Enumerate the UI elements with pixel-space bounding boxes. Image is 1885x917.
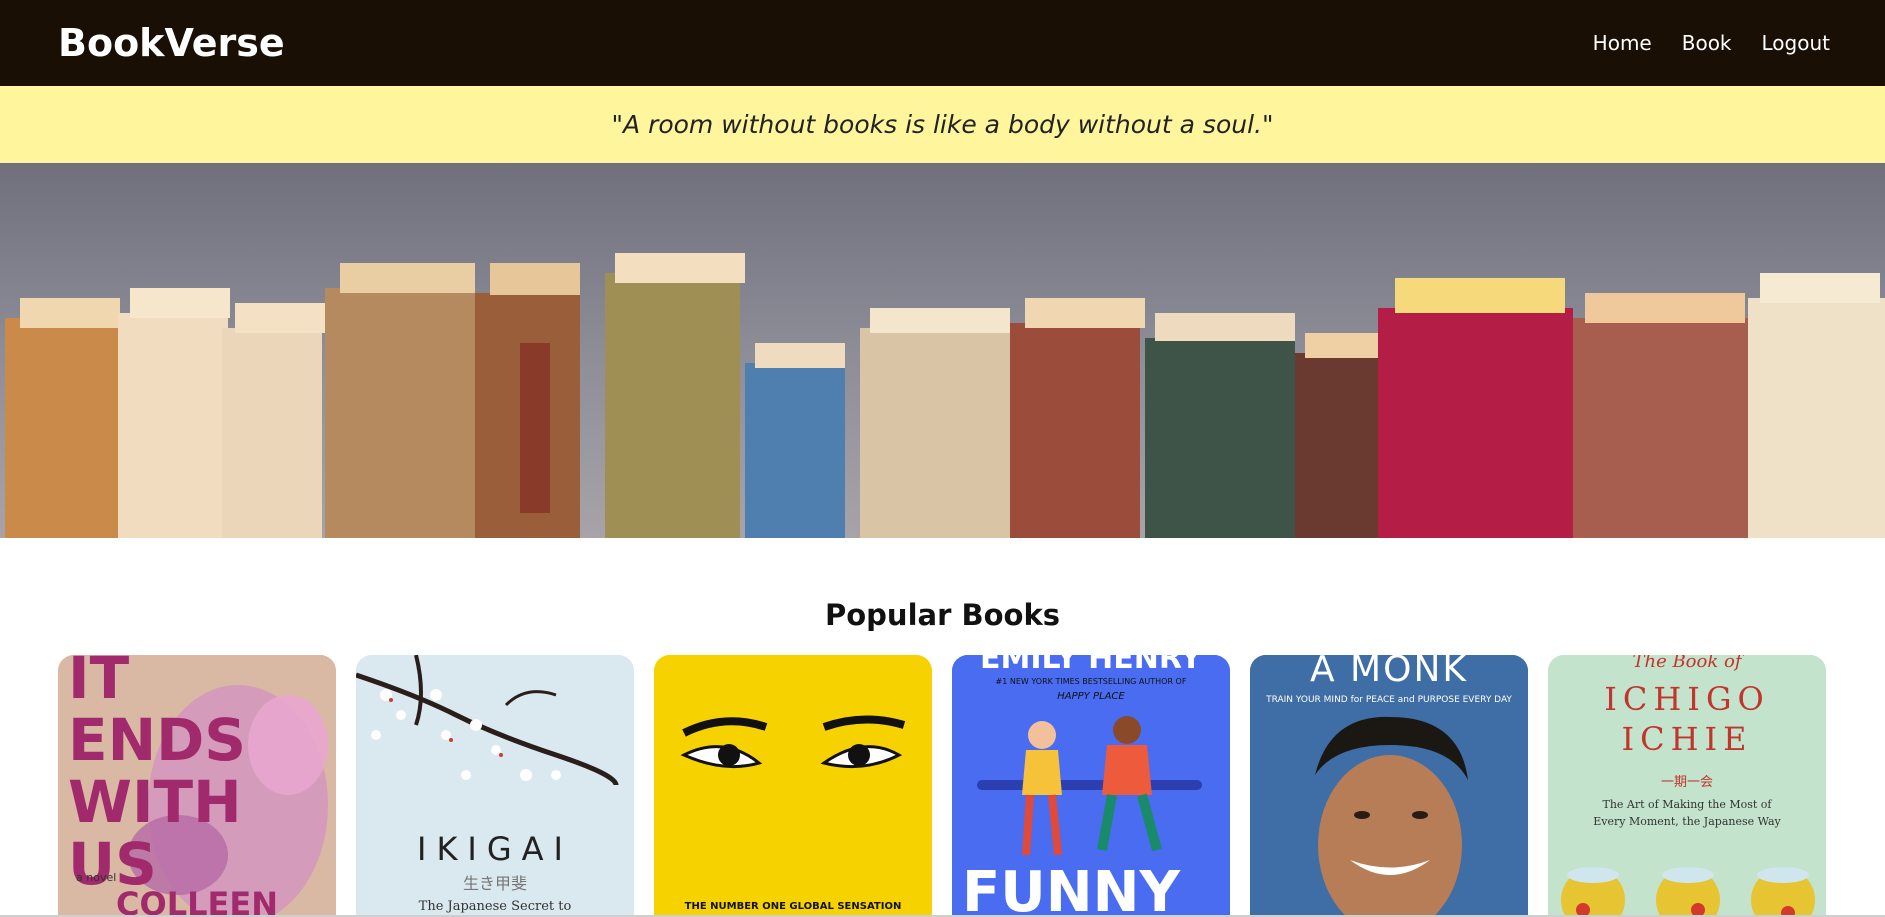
book-cover-subtitle: 一期一会 [1660,775,1713,790]
nav-book-link[interactable]: Book [1682,31,1732,55]
quote-banner: "A room without books is like a body wit… [0,86,1885,163]
popular-books-heading: Popular Books [825,598,1060,632]
book-card-funny-story[interactable]: EMILY HENRY #1 NEW YORK TIMES BESTSELLIN… [952,655,1230,917]
book-cover-title: A MONK [1309,655,1468,690]
book-card-ikigai[interactable]: IKIGAI 生き甲斐 The Japanese Secret to [356,655,634,917]
nav-home-link[interactable]: Home [1593,31,1652,55]
navbar: BookVerse Home Book Logout [0,0,1885,86]
book-cover-title: IKIGAI [417,830,573,868]
book-cover-prev-title: HAPPY PLACE [1057,691,1125,702]
book-cover-3 [654,655,932,917]
book-card-yellow-eyes[interactable]: THE NUMBER ONE GLOBAL SENSATION [654,655,932,917]
book-cover-title: IT ENDS WITH US [68,655,247,898]
popular-books-list: IT ENDS WITH US a novel COLLEEN IKIGAI 生… [58,655,1828,917]
brand-logo[interactable]: BookVerse [58,21,285,65]
book-cover-title: ICHIGO ICHIE [1604,680,1770,758]
hero-books-image [0,163,1885,538]
book-cover-author: COLLEEN [116,885,278,917]
quote-text: "A room without books is like a body wit… [611,110,1274,139]
book-card-it-ends-with-us[interactable]: IT ENDS WITH US a novel COLLEEN [58,655,336,917]
book-card-ichigo-ichie[interactable]: The Book of ICHIGO ICHIE 一期一会 The Art of… [1548,655,1826,917]
book-cover-pretitle: The Book of [1632,655,1742,672]
bookshelf-illustration [0,163,1885,538]
nav-logout-link[interactable]: Logout [1762,31,1830,55]
book-cover-tagline-1: The Art of Making the Most of [1602,798,1772,811]
book-cover-subtitle: 生き甲斐 [462,874,527,893]
book-cover-tagline: TRAIN YOUR MIND for PEACE and PURPOSE EV… [1266,695,1512,705]
book-cover-author: EMILY HENRY [979,655,1202,676]
book-cover-title: THE NUMBER ONE GLOBAL SENSATION [684,901,902,912]
nav-links: Home Book Logout [1593,31,1830,55]
book-cover-title: FUNNY [962,860,1181,917]
book-cover-tag: a novel [76,871,117,884]
book-card-think-like-a-monk[interactable]: A MONK TRAIN YOUR MIND for PEACE and PUR… [1250,655,1528,917]
book-cover-tagline-2: Every Moment, the Japanese Way [1593,815,1781,828]
book-cover-line: #1 NEW YORK TIMES BESTSELLING AUTHOR OF [995,677,1187,686]
book-cover-tagline: The Japanese Secret to [418,899,572,914]
